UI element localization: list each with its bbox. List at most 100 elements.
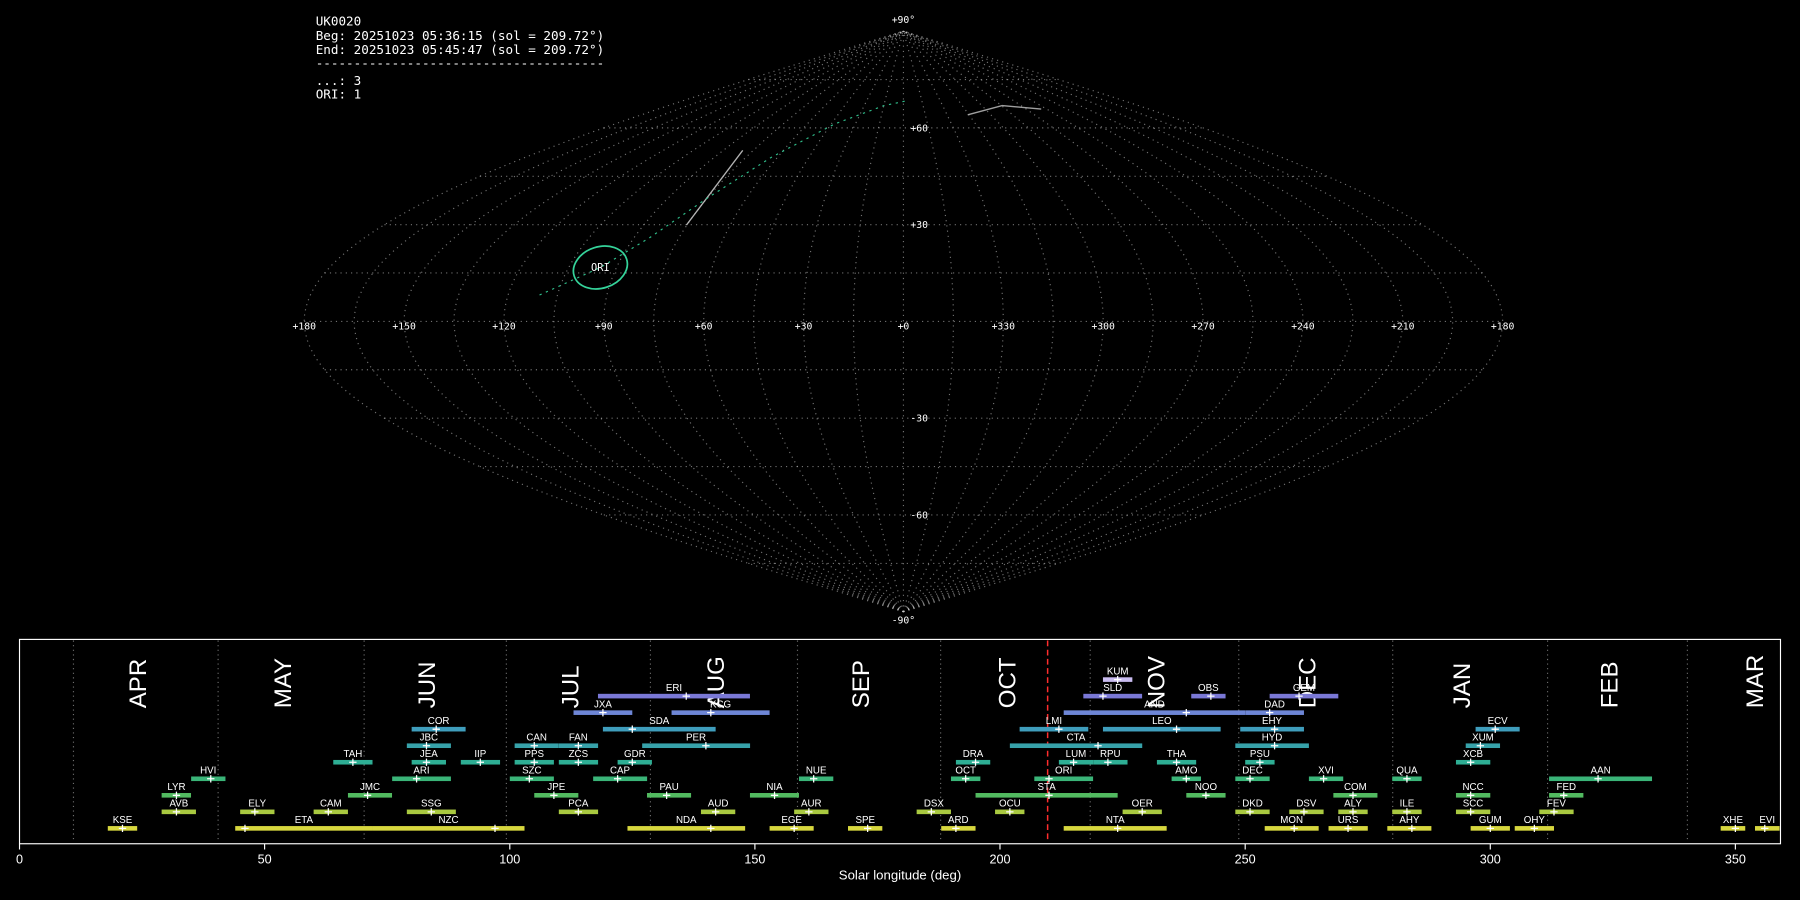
station-id: UK0020 — [316, 13, 362, 28]
shower-label-cap: CAP — [610, 766, 630, 777]
shower-bar-ari — [392, 776, 451, 781]
latitude-label: -30 — [910, 414, 928, 425]
equator-longitude-label: +90 — [595, 321, 613, 332]
shower-label-amo: AMO — [1175, 766, 1198, 777]
month-label-jul: JUL — [557, 665, 584, 708]
shower-label-oer: OER — [1132, 799, 1153, 810]
shower-bar-eri — [598, 694, 750, 699]
background — [0, 0, 1800, 900]
shower-label-kcg: KCG — [710, 699, 731, 710]
shower-label-kum: KUM — [1107, 666, 1129, 677]
shower-label-and: AND — [1144, 699, 1165, 710]
shower-label-jea: JEA — [420, 749, 438, 760]
shower-label-zcs: ZCS — [569, 749, 589, 760]
x-tick-label: 150 — [744, 852, 765, 866]
shower-label-jpe: JPE — [547, 782, 565, 793]
count-unidentified: ...: 3 — [316, 73, 362, 88]
month-label-jan: JAN — [1449, 663, 1476, 709]
shower-label-fev: FEV — [1547, 799, 1566, 810]
shower-label-tah: TAH — [343, 749, 362, 760]
end-time-line: End: 20251023 05:45:47 (sol = 209.72°) — [316, 42, 604, 57]
shower-label-dsx: DSX — [924, 799, 945, 810]
shower-label-per: PER — [686, 733, 706, 744]
pole-label-top: +90° — [892, 15, 915, 26]
latitude-label: +60 — [910, 123, 928, 134]
shower-bar-leo — [1103, 727, 1221, 732]
shower-label-aur: AUR — [801, 799, 822, 810]
equator-longitude-label: +180 — [292, 321, 316, 332]
shower-label-nzc: NZC — [438, 815, 458, 826]
x-tick-label: 50 — [258, 852, 272, 866]
equator-longitude-label: +120 — [492, 321, 516, 332]
shower-label-sld: SLD — [1103, 683, 1122, 694]
shower-label-avb: AVB — [169, 799, 188, 810]
shower-label-dad: DAD — [1264, 699, 1285, 710]
shower-label-leo: LEO — [1152, 716, 1172, 727]
shower-label-szc: SZC — [522, 766, 542, 777]
shower-label-pca: PCA — [568, 799, 589, 810]
equator-longitude-label: +0 — [898, 321, 910, 332]
equator-longitude-label: +210 — [1391, 321, 1415, 332]
shower-bar-eta — [235, 826, 372, 831]
shower-label-evi: EVI — [1759, 815, 1775, 826]
shower-label-sta: STA — [1037, 782, 1056, 793]
shower-label-ile: ILE — [1400, 799, 1415, 810]
separator-line: -------------------------------------- — [316, 56, 604, 71]
shower-label-nia: NIA — [766, 782, 783, 793]
meteor-radiant-screen: +90°-90°+180+150+120+90+60+30+0+330+300+… — [0, 0, 1800, 900]
shower-label-gdr: GDR — [624, 749, 646, 760]
month-label-mar: MAR — [1742, 655, 1769, 709]
shower-label-dec: DEC — [1242, 766, 1263, 777]
x-tick-label: 350 — [1725, 852, 1746, 866]
shower-label-iip: IIP — [474, 749, 486, 760]
shower-bar-nda — [627, 826, 745, 831]
month-label-apr: APR — [125, 659, 152, 709]
shower-label-ocu: OCU — [999, 799, 1021, 810]
x-tick-label: 250 — [1235, 852, 1256, 866]
shower-label-hvi: HVI — [200, 766, 216, 777]
shower-label-fan: FAN — [569, 733, 588, 744]
shower-label-xvi: XVI — [1318, 766, 1334, 777]
shower-label-obs: OBS — [1198, 683, 1219, 694]
shower-label-dra: DRA — [963, 749, 984, 760]
shower-label-can: CAN — [526, 733, 547, 744]
shower-bar-lmi — [1020, 727, 1089, 732]
shower-label-ely: ELY — [248, 799, 266, 810]
month-label-feb: FEB — [1596, 661, 1623, 708]
shower-bar-per — [642, 743, 750, 748]
equator-longitude-label: +180 — [1491, 321, 1515, 332]
shower-label-eri: ERI — [666, 683, 682, 694]
equator-longitude-label: +240 — [1291, 321, 1315, 332]
shower-label-oct: OCT — [955, 766, 976, 777]
shower-label-spe: SPE — [855, 815, 875, 826]
x-tick-label: 200 — [989, 852, 1010, 866]
shower-label-lum: LUM — [1066, 749, 1087, 760]
x-tick-label: 100 — [499, 852, 520, 866]
shower-bar-cta — [1010, 743, 1142, 748]
shower-label-ori: ORI — [1055, 766, 1072, 777]
shower-label-scc: SCC — [1463, 799, 1484, 810]
equator-longitude-label: +30 — [795, 321, 813, 332]
shower-label-ege: EGE — [781, 815, 802, 826]
shower-bar-gem — [1270, 694, 1339, 699]
shower-label-ehy: EHY — [1262, 716, 1283, 727]
month-label-may: MAY — [270, 658, 297, 708]
shower-label-aly: ALY — [1344, 799, 1362, 810]
equator-longitude-label: +270 — [1191, 321, 1215, 332]
x-tick-label: 0 — [16, 852, 23, 866]
shower-label-hyd: HYD — [1262, 733, 1283, 744]
shower-bar-nzc — [373, 826, 525, 831]
shower-label-lyr: LYR — [167, 782, 185, 793]
shower-label-gem: GEM — [1293, 683, 1315, 694]
shower-label-eta: ETA — [295, 815, 314, 826]
shower-label-dsv: DSV — [1296, 799, 1317, 810]
shower-label-lmi: LMI — [1046, 716, 1062, 727]
pole-label-bottom: -90° — [892, 615, 915, 626]
shower-label-ari: ARI — [413, 766, 429, 777]
radiant-label-ori: ORI — [591, 262, 610, 274]
shower-bar-sld — [1083, 694, 1142, 699]
shower-label-xcb: XCB — [1463, 749, 1483, 760]
shower-label-ecv: ECV — [1488, 716, 1509, 727]
shower-label-cor: COR — [428, 716, 450, 727]
shower-label-sda: SDA — [649, 716, 670, 727]
